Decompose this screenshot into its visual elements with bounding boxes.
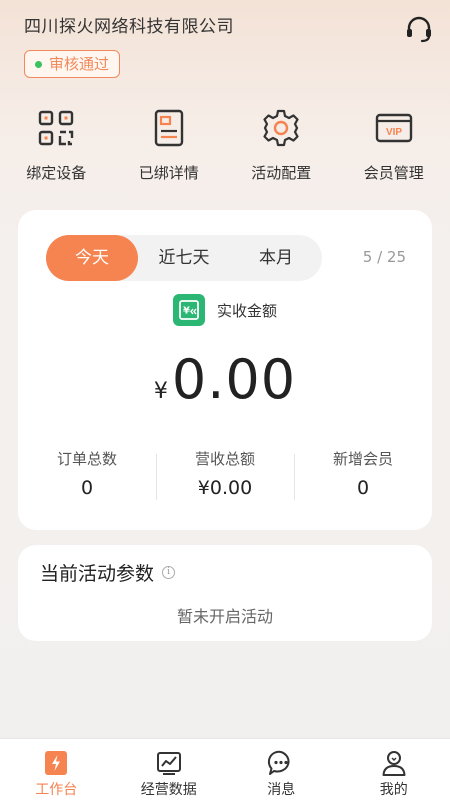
- quick-actions: 绑定设备 已绑详情 活动配置 VIP 会员管理: [0, 108, 450, 198]
- stat-value: 0: [80, 477, 94, 499]
- stat-new-members: 新增会员 0: [294, 448, 432, 508]
- gear-icon: [263, 109, 299, 147]
- activity-card: 当前活动参数 i 暂未开启活动: [18, 545, 432, 641]
- stat-label: 新增会员: [332, 450, 393, 468]
- svg-text:VIP: VIP: [386, 127, 402, 138]
- stat-label: 订单总数: [56, 450, 117, 468]
- stat-order-count: 订单总数 0: [18, 448, 156, 508]
- stat-label: 营收总额: [194, 450, 255, 468]
- quick-action-label: 绑定设备: [26, 164, 87, 182]
- activity-title-row: 当前活动参数 i: [40, 559, 176, 586]
- lightning-icon: [45, 751, 68, 775]
- tab-messages[interactable]: 消息: [225, 739, 338, 800]
- activity-config-button[interactable]: 活动配置: [225, 108, 338, 198]
- tab-business-data[interactable]: 经营数据: [113, 739, 226, 800]
- tab-last-7-days[interactable]: 近七天: [138, 235, 230, 281]
- stat-total-revenue: 营收总额 ¥0.00: [156, 448, 294, 508]
- user-icon: [382, 751, 406, 776]
- chart-icon: [156, 752, 181, 775]
- tab-label: 经营数据: [140, 782, 197, 798]
- stat-value: ¥0.00: [197, 477, 253, 499]
- status-badge-label: 审核通过: [49, 54, 110, 73]
- vip-card-icon: VIP: [375, 113, 412, 143]
- revenue-card: 今天 近七天 本月 5 / 25 ¥ 实收金额 ¥ 0.00 订单总数 0 营收…: [18, 210, 432, 530]
- headset-icon: [407, 16, 431, 43]
- tab-today[interactable]: 今天: [46, 235, 138, 281]
- company-name: 四川探火网络科技有限公司: [24, 17, 234, 37]
- revenue-label-row: ¥ 实收金额: [18, 294, 432, 326]
- page-indicator: 5 / 25: [362, 248, 406, 266]
- svg-text:¥: ¥: [183, 306, 190, 317]
- yen-receipt-icon: ¥: [172, 294, 205, 326]
- currency-symbol: ¥: [153, 379, 168, 404]
- quick-action-label: 活动配置: [251, 164, 312, 182]
- customer-service-button[interactable]: [404, 14, 434, 44]
- status-badge: 审核通过: [24, 50, 121, 78]
- quick-action-label: 会员管理: [363, 164, 424, 182]
- period-tabs: 今天 近七天 本月: [46, 235, 322, 281]
- revenue-stats: 订单总数 0 营收总额 ¥0.00 新增会员 0: [18, 448, 432, 508]
- member-management-button[interactable]: VIP 会员管理: [338, 108, 450, 198]
- tab-this-month[interactable]: 本月: [230, 235, 322, 281]
- tab-label: 消息: [267, 782, 296, 798]
- revenue-label: 实收金额: [216, 301, 277, 320]
- info-icon[interactable]: i: [162, 566, 176, 579]
- revenue-amount: ¥ 0.00: [18, 348, 432, 411]
- bound-details-button[interactable]: 已绑详情: [113, 108, 226, 198]
- status-dot-icon: [35, 60, 42, 68]
- tab-workbench[interactable]: 工作台: [0, 739, 113, 800]
- amount-value: 0.00: [171, 348, 297, 411]
- stat-value: 0: [356, 477, 370, 499]
- quick-action-label: 已绑详情: [138, 164, 199, 182]
- activity-title: 当前活动参数: [40, 563, 155, 585]
- activity-empty-text: 暂未开启活动: [176, 607, 273, 626]
- tab-mine[interactable]: 我的: [338, 739, 450, 800]
- tab-label: 工作台: [35, 782, 78, 798]
- bind-device-button[interactable]: 绑定设备: [0, 108, 113, 198]
- tab-label: 我的: [379, 782, 408, 798]
- qr-code-icon: [39, 110, 74, 146]
- document-icon: [154, 109, 183, 147]
- bottom-tab-bar: 工作台 经营数据 消息 我的: [0, 738, 450, 800]
- chat-icon: [268, 750, 290, 775]
